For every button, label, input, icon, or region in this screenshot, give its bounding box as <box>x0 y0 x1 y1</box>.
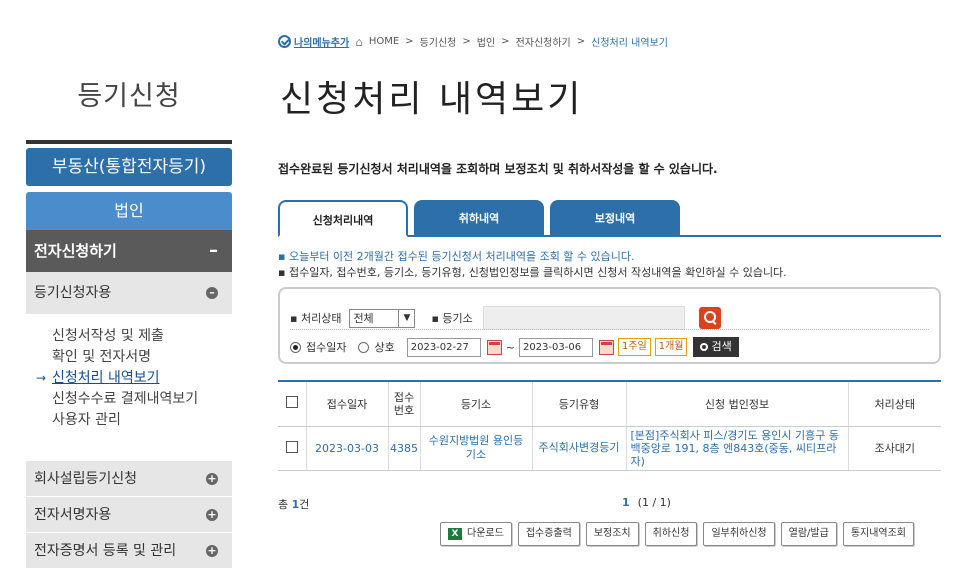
receipt-print-button[interactable]: 접수증출력 <box>517 522 580 546</box>
date-to-input[interactable]: 2023-03-06 <box>518 337 593 357</box>
cell-number[interactable]: 4385 <box>388 426 421 471</box>
divider <box>26 140 232 144</box>
intro-text: 접수완료된 등기신청서 처리내역을 조회하며 보정조치 및 취하서작성을 할 수… <box>278 162 718 176</box>
history-table: 접수일자 접수번호 등기소 등기유형 신청 법인정보 처리상태 2023-03-… <box>278 380 941 471</box>
check-circle-icon <box>278 35 291 48</box>
menu-corp[interactable]: 법인 <box>26 192 232 230</box>
table-row: 2023-03-03 4385 수원지방법원 용인등기소 주식회사변경등기 [본… <box>278 426 941 471</box>
col-registry: 등기소 <box>420 381 533 427</box>
collapse-icon: – <box>209 240 218 261</box>
add-mymenu-link[interactable]: 나의메뉴추가 <box>278 34 349 49</box>
note-line: ▪ 접수일자, 접수번호, 등기소, 등기유형, 신청법인정보를 클릭하시면 신… <box>278 266 787 279</box>
page-title: 신청처리 내역보기 <box>280 79 584 120</box>
partial-withdraw-button[interactable]: 일부취하신청 <box>703 522 775 546</box>
crumb-sep: > <box>576 36 586 47</box>
note-line: ▪ 오늘부터 이전 2개월간 접수된 등기신청서 처리내역을 조회 할 수 있습… <box>278 250 635 263</box>
action-bar: X 다운로드 접수증출력 보정조치 취하신청 일부취하신청 열람/발급 통지내역조… <box>440 522 915 546</box>
search-panel: ▪ 처리상태 전체 ▼ ▪ 등기소 접수일자 상호 2023-02-27 ~ 2… <box>278 287 941 364</box>
status-label: ▪ 처리상태 <box>290 312 342 325</box>
cell-info[interactable]: [본점]주식회사 피스/경기도 용인시 기흥구 동백중앙로 191, 8층 엔8… <box>626 426 849 471</box>
crumb-elec[interactable]: 전자신청하기 <box>516 34 571 49</box>
withdraw-button[interactable]: 취하신청 <box>644 522 698 546</box>
plus-circle-icon: + <box>206 508 218 521</box>
plus-circle-icon: + <box>206 472 218 485</box>
cell-state: 조사대기 <box>848 426 941 471</box>
menu-e-signer-label: 전자서명자용 <box>34 507 112 523</box>
submenu-item-user[interactable]: 사용자 관리 <box>26 410 232 431</box>
crumb-corp[interactable]: 법인 <box>477 34 495 49</box>
section-title: 등기신청 <box>77 81 181 112</box>
radio-name[interactable] <box>358 341 370 353</box>
tab-bar: 신청처리내역 취하내역 보정내역 <box>278 200 941 237</box>
notes: ▪ 오늘부터 이전 2개월간 접수된 등기신청서 처리내역을 조회 할 수 있습… <box>278 249 787 281</box>
calendar-icon[interactable] <box>598 339 614 355</box>
correction-button[interactable]: 보정조치 <box>585 522 639 546</box>
plus-circle-icon: + <box>206 544 218 557</box>
col-date: 접수일자 <box>306 381 389 427</box>
chevron-down-icon: ▼ <box>398 309 414 327</box>
col-number: 접수번호 <box>388 381 421 427</box>
radio-name-label: 상호 <box>374 341 395 354</box>
registry-input[interactable] <box>482 306 685 330</box>
calendar-icon[interactable] <box>486 339 502 355</box>
submenu-item-sign[interactable]: 확인 및 전자서명 <box>26 347 232 368</box>
menu-elec-apply-label: 전자신청하기 <box>34 242 117 260</box>
col-state: 처리상태 <box>848 381 941 427</box>
menu-reg-apply[interactable]: 등기신청자용 – <box>26 272 232 314</box>
tilde: ~ <box>505 340 515 354</box>
menu-cert-mgmt-label: 전자증명서 등록 및 관리 <box>34 543 177 559</box>
crumb-current: 신청처리 내역보기 <box>591 38 668 49</box>
radio-date-label: 접수일자 <box>306 341 347 354</box>
crumb-sep: > <box>462 36 471 47</box>
notice-history-button[interactable]: 통지내역조회 <box>842 522 915 546</box>
add-mymenu-label: 나의메뉴추가 <box>294 38 350 49</box>
registry-label: ▪ 등기소 <box>431 312 473 325</box>
menu-company-setup[interactable]: 회사설립등기신청 + <box>26 460 232 496</box>
menu-elec-apply[interactable]: 전자신청하기 – <box>26 230 232 272</box>
week-button[interactable]: 1주일 <box>617 338 651 356</box>
cell-date[interactable]: 2023-03-03 <box>306 426 389 471</box>
tab-withdraw[interactable]: 취하내역 <box>414 200 544 237</box>
submenu-item-write[interactable]: 신청서작성 및 제출 <box>26 326 232 347</box>
submenu-item-fee[interactable]: 신청수수료 결제내역보기 <box>26 389 232 410</box>
search-icon[interactable] <box>698 307 721 329</box>
page-link[interactable]: 1 <box>622 496 630 509</box>
excel-icon: X <box>448 528 462 540</box>
radio-date[interactable] <box>290 341 301 353</box>
table-header: 접수일자 접수번호 등기소 등기유형 신청 법인정보 처리상태 <box>278 381 941 427</box>
divider <box>290 329 929 330</box>
magnifier-icon <box>700 343 709 351</box>
minus-circle-icon: – <box>206 287 218 299</box>
search-button[interactable]: 검색 <box>693 337 739 357</box>
month-button[interactable]: 1개월 <box>654 338 688 356</box>
download-button[interactable]: X 다운로드 <box>440 522 512 546</box>
menu-cert-mgmt[interactable]: 전자증명서 등록 및 관리 + <box>26 532 232 568</box>
tab-history[interactable]: 신청처리내역 <box>278 200 408 237</box>
cell-type[interactable]: 주식회사변경등기 <box>532 426 627 471</box>
select-all-checkbox[interactable] <box>285 396 298 409</box>
total-count: 총 1건 <box>278 498 310 511</box>
tab-correction[interactable]: 보정내역 <box>550 200 680 237</box>
breadcrumb: 나의메뉴추가 ⌂ HOME > 등기신청 > 법인 > 전자신청하기 > 신청처… <box>278 34 668 49</box>
status-select[interactable]: 전체 ▼ <box>349 308 416 328</box>
col-info: 신청 법인정보 <box>626 381 849 427</box>
date-from-input[interactable]: 2023-02-27 <box>406 337 481 357</box>
pagination: 1 (1 / 1) <box>622 496 671 509</box>
submenu: 신청서작성 및 제출 확인 및 전자서명 신청처리 내역보기 신청수수료 결제내… <box>26 314 232 460</box>
col-type: 등기유형 <box>532 381 627 427</box>
crumb-sep: > <box>501 36 510 47</box>
menu-realty[interactable]: 부동산(통합전자등기) <box>26 148 232 186</box>
crumb-sep: > <box>405 36 414 47</box>
crumb-apply[interactable]: 등기신청 <box>420 34 457 49</box>
view-issue-button[interactable]: 열람/발급 <box>780 522 837 546</box>
cell-registry[interactable]: 수원지방법원 용인등기소 <box>420 426 533 471</box>
menu-reg-apply-label: 등기신청자용 <box>34 285 112 301</box>
row-checkbox[interactable] <box>285 440 298 453</box>
menu-company-setup-label: 회사설립등기신청 <box>34 471 138 487</box>
crumb-home[interactable]: HOME <box>369 36 399 47</box>
menu-e-signer[interactable]: 전자서명자용 + <box>26 496 232 532</box>
home-icon: ⌂ <box>355 34 363 49</box>
submenu-item-history[interactable]: 신청처리 내역보기 <box>26 368 232 389</box>
